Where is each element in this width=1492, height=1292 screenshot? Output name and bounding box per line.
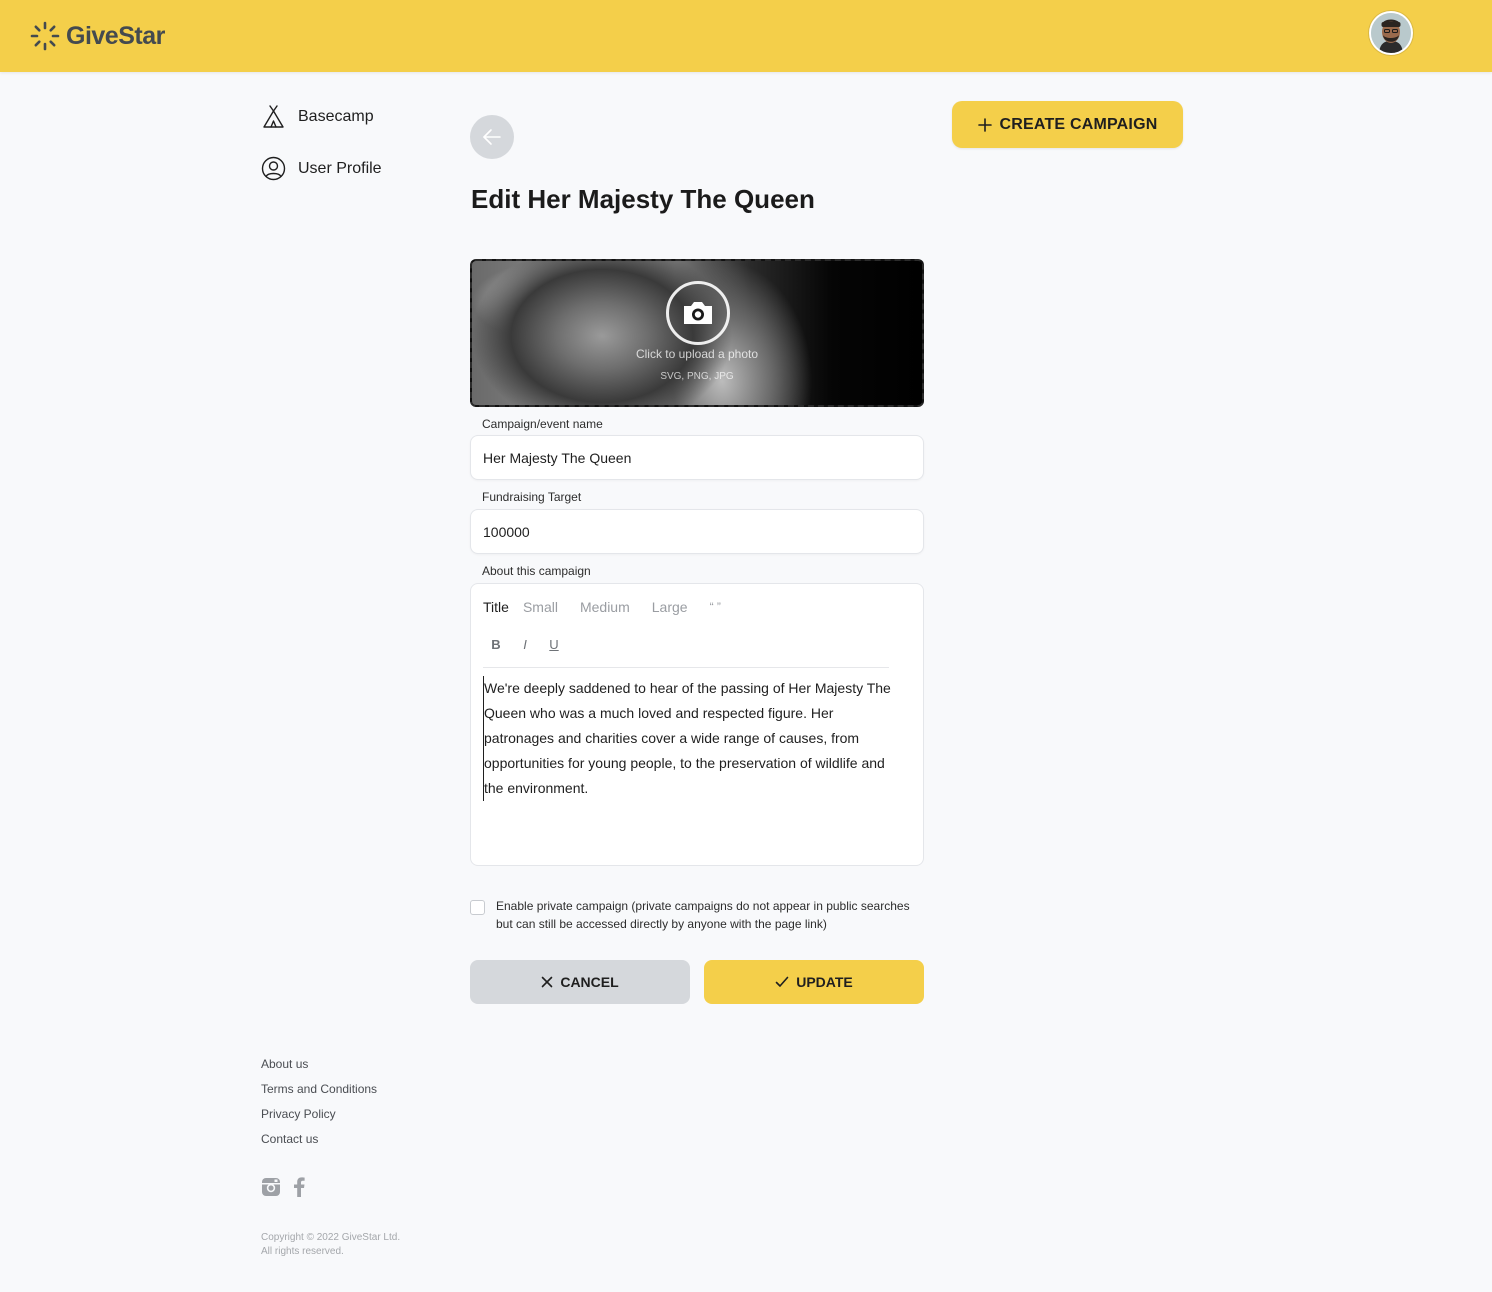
close-icon — [542, 976, 553, 988]
underline-button[interactable]: U — [541, 632, 567, 656]
tent-icon — [263, 105, 284, 128]
page-title: Edit Her Majesty The Queen — [471, 184, 815, 214]
camera-icon — [666, 281, 730, 345]
brand-name: GiveStar — [66, 21, 165, 50]
create-campaign-label: CREATE CAMPAIGN — [999, 115, 1158, 133]
italic-button[interactable]: I — [512, 632, 538, 656]
cancel-button[interactable]: CANCEL — [470, 960, 690, 1004]
bold-button[interactable]: B — [483, 632, 509, 656]
avatar-image — [1371, 13, 1411, 53]
user-avatar[interactable] — [1369, 11, 1413, 55]
check-icon — [775, 976, 789, 987]
style-medium-button[interactable]: Medium — [580, 599, 630, 615]
fundraising-target-label: Fundraising Target — [482, 490, 582, 504]
upload-label: Click to upload a photo — [635, 347, 759, 361]
cancel-label: CANCEL — [560, 974, 619, 990]
instagram-icon[interactable] — [261, 1177, 281, 1197]
update-button[interactable]: UPDATE — [704, 960, 924, 1004]
arrow-left-icon — [483, 129, 501, 145]
editor-divider — [483, 667, 889, 668]
editor-content[interactable]: We're deeply saddened to hear of the pas… — [483, 676, 893, 801]
plus-icon — [977, 117, 992, 132]
rich-text-editor[interactable]: Title Small Medium Large “ ” B I U We're… — [470, 583, 924, 866]
footer-link-privacy[interactable]: Privacy Policy — [261, 1107, 336, 1121]
back-button[interactable] — [470, 115, 514, 159]
sidebar-item-label: User Profile — [298, 159, 382, 177]
campaign-name-label: Campaign/event name — [482, 417, 603, 431]
top-bar: GiveStar — [0, 0, 1492, 72]
campaign-name-input[interactable] — [470, 435, 924, 480]
private-campaign-label: Enable private campaign (private campaig… — [496, 899, 910, 931]
update-label: UPDATE — [796, 974, 853, 990]
footer-link-about[interactable]: About us — [261, 1057, 308, 1071]
style-quote-button[interactable]: “ ” — [710, 600, 721, 614]
footer-link-contact[interactable]: Contact us — [261, 1132, 318, 1146]
copyright-text: Copyright © 2022 GiveStar Ltd. All right… — [261, 1232, 401, 1257]
fundraising-target-input[interactable] — [470, 509, 924, 554]
private-campaign-option: Enable private campaign (private campaig… — [470, 897, 916, 933]
editor-format-toolbar: B I U — [483, 632, 570, 656]
photo-uploader[interactable]: Click to upload a photo SVG, PNG, JPG — [470, 259, 924, 407]
style-title-button[interactable]: Title — [483, 599, 509, 615]
footer-link-terms[interactable]: Terms and Conditions — [261, 1082, 377, 1096]
upload-formats: SVG, PNG, JPG — [660, 371, 734, 382]
create-campaign-button[interactable]: CREATE CAMPAIGN — [952, 101, 1183, 148]
private-campaign-checkbox[interactable] — [470, 900, 485, 915]
facebook-icon[interactable] — [293, 1177, 305, 1197]
style-small-button[interactable]: Small — [523, 599, 558, 615]
style-large-button[interactable]: Large — [652, 599, 688, 615]
user-circle-icon — [261, 156, 286, 181]
social-links — [261, 1177, 305, 1197]
sidebar-item-basecamp[interactable]: Basecamp — [261, 104, 374, 129]
sidebar-item-user-profile[interactable]: User Profile — [261, 156, 382, 181]
about-campaign-label: About this campaign — [482, 564, 591, 578]
editor-style-toolbar: Title Small Medium Large “ ” — [483, 599, 743, 615]
sunburst-icon — [30, 21, 60, 51]
sidebar-item-label: Basecamp — [298, 107, 374, 125]
givestar-logo[interactable]: GiveStar — [30, 18, 165, 54]
